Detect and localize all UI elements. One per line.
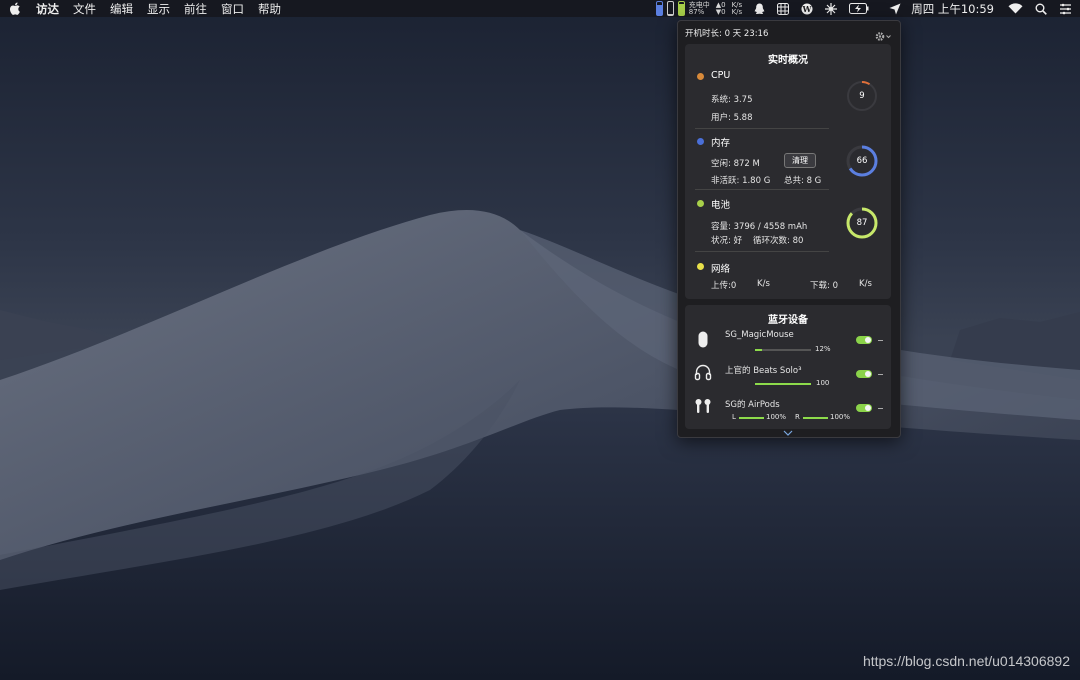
bt-toggle[interactable] — [856, 336, 872, 344]
bt-device-name: SG_MagicMouse — [725, 330, 794, 340]
menu-edit[interactable]: 编辑 — [110, 1, 133, 17]
location-arrow-icon[interactable] — [889, 3, 901, 15]
bt-level-value: 100 — [816, 379, 830, 387]
svg-text:W: W — [802, 4, 813, 14]
divider — [695, 128, 829, 129]
bt-level-fill — [755, 349, 762, 351]
memory-total: 总共: 8 G — [784, 176, 822, 186]
network-download: 下载: 0 — [810, 281, 838, 291]
cpu-title: CPU — [711, 70, 731, 81]
grid-icon[interactable] — [777, 2, 790, 15]
power-status[interactable]: 充电中 87% — [688, 1, 710, 16]
bt-right-bar — [803, 417, 828, 419]
bt-left-fill — [739, 417, 764, 419]
bt-left-value: 100% — [766, 413, 787, 421]
memory-title: 内存 — [711, 138, 731, 149]
overview-card: 实时概况 CPU 系统: 3.75 用户: 5.88 9 内存 空闲: 872 … — [685, 44, 891, 299]
network-upload: 上传:0 — [711, 281, 737, 291]
bluetooth-title: 蓝牙设备 — [768, 315, 808, 326]
menu-go[interactable]: 前往 — [184, 1, 207, 17]
menu-finder[interactable]: 访达 — [36, 1, 59, 17]
bt-level-fill — [755, 383, 811, 385]
network-link-icon[interactable] — [825, 2, 838, 15]
cpu-user: 用户: 5.88 — [711, 113, 753, 123]
bt-remove-icon[interactable] — [878, 340, 883, 341]
bt-left-label: L — [732, 413, 736, 421]
battery-title: 电池 — [711, 200, 731, 211]
net-down-unit: K/s — [731, 7, 743, 16]
network-dot — [697, 263, 704, 270]
wifi-icon[interactable] — [1008, 3, 1023, 14]
menu-view[interactable]: 显示 — [147, 1, 170, 17]
memory-gauge-value: 66 — [856, 156, 868, 166]
memory-gauge: 66 — [845, 144, 879, 178]
uptime-label: 开机时长: 0 天 23:16 — [685, 29, 769, 39]
bt-right-label: R — [795, 413, 800, 421]
bt-level-value: 12% — [815, 345, 831, 353]
battery-gauge-value: 87 — [856, 218, 868, 228]
qq-icon[interactable] — [754, 3, 765, 15]
network-title: 网络 — [711, 264, 731, 275]
clean-memory-button[interactable]: 清理 — [784, 153, 816, 168]
bluetooth-card: 蓝牙设备 SG_MagicMouse 12% 上官的 Beats Solo³ 1… — [685, 305, 891, 436]
airpods-icon — [694, 398, 712, 420]
bt-left-bar — [739, 417, 764, 419]
network-download-unit: K/s — [859, 279, 872, 289]
control-center-icon[interactable] — [1059, 3, 1072, 15]
menu-bar: 访达 文件 编辑 显示 前往 窗口 帮助 充电中 87% ▲0 ▼0 K/s K… — [0, 0, 1080, 17]
headphones-icon — [694, 363, 712, 385]
apple-menu-icon[interactable] — [10, 1, 26, 17]
bt-level-bar — [755, 383, 811, 385]
system-monitor-panel: 开机时长: 0 天 23:16 实时概况 CPU 系统: 3.75 用户: 5.… — [677, 20, 901, 438]
menu-window[interactable]: 窗口 — [221, 1, 244, 17]
net-down-arrow: ▼0 — [715, 7, 726, 16]
cpu-gauge: 9 — [845, 79, 879, 113]
cpu-dot — [697, 73, 704, 80]
battery-capacity: 容量: 3796 / 4558 mAh — [711, 222, 808, 232]
memory-mini-bar[interactable] — [666, 1, 674, 16]
search-icon[interactable] — [1035, 3, 1047, 15]
menu-file[interactable]: 文件 — [73, 1, 96, 17]
menu-help[interactable]: 帮助 — [258, 1, 281, 17]
battery-gauge: 87 — [845, 206, 879, 240]
memory-dot — [697, 138, 704, 145]
divider — [695, 251, 829, 252]
battery-charging-icon[interactable] — [849, 3, 869, 14]
battery-cycles: 循环次数: 80 — [753, 236, 804, 246]
battery-status: 状况: 好 — [711, 236, 743, 246]
battery-dot — [697, 200, 704, 207]
cpu-mini-bar[interactable] — [655, 1, 663, 16]
cpu-system: 系统: 3.75 — [711, 95, 753, 105]
bt-remove-icon[interactable] — [878, 374, 883, 375]
wordpress-icon[interactable]: W — [801, 3, 813, 15]
battery-mini-bar[interactable] — [677, 1, 685, 16]
bt-device-name: 上官的 Beats Solo³ — [725, 366, 802, 376]
overview-title: 实时概况 — [768, 55, 808, 66]
memory-inactive: 非活跃: 1.80 G — [711, 176, 771, 186]
mouse-icon — [698, 331, 708, 352]
desktop-wallpaper — [0, 0, 1080, 680]
power-status-pct: 87% — [688, 7, 705, 16]
bt-right-value: 100% — [830, 413, 851, 421]
bt-remove-icon[interactable] — [878, 408, 883, 409]
net-units[interactable]: K/s K/s — [731, 1, 743, 16]
network-upload-unit: K/s — [757, 279, 770, 289]
chevron-down-icon[interactable] — [783, 421, 793, 440]
menu-status-area: 充电中 87% ▲0 ▼0 K/s K/s W 周四 上午10:59 — [655, 0, 1080, 17]
memory-free: 空闲: 872 M — [711, 159, 760, 169]
watermark-text: https://blog.csdn.net/u014306892 — [862, 653, 1070, 669]
menu-clock[interactable]: 周四 上午10:59 — [911, 1, 994, 17]
bt-device-name: SG的 AirPods — [725, 400, 780, 410]
bt-toggle[interactable] — [856, 370, 872, 378]
bt-right-fill — [803, 417, 828, 419]
net-arrows[interactable]: ▲0 ▼0 — [715, 1, 726, 16]
cpu-gauge-value: 9 — [859, 91, 865, 101]
divider — [695, 189, 829, 190]
bt-toggle[interactable] — [856, 404, 872, 412]
bt-level-bar — [755, 349, 811, 351]
